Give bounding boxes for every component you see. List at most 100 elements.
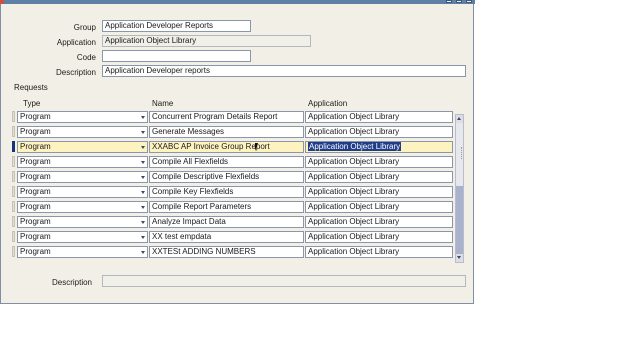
row-indicator[interactable] [12,186,15,197]
code-label: Code [76,53,96,62]
type-select[interactable]: Program [17,186,148,198]
request-application-value: Application Object Library [308,127,400,136]
request-name-field[interactable]: XX test empdata [149,231,304,243]
column-header-type: Type [23,99,41,108]
request-name-value: Compile Descriptive Flexfields [152,172,260,181]
request-name-field[interactable]: Compile Key Flexfields [149,186,304,198]
dropdown-arrow-icon[interactable] [141,206,145,209]
request-application-field[interactable]: Application Object Library [305,246,453,258]
request-application-value: Application Object Library [308,202,400,211]
type-select[interactable]: Program [17,126,148,138]
request-application-value: Application Object Library [308,247,400,256]
request-application-value: Application Object Library [308,172,400,181]
request-name-value: XX test empdata [152,232,212,241]
dropdown-arrow-icon[interactable] [141,116,145,119]
request-name-field[interactable]: Compile Descriptive Flexfields [149,171,304,183]
row-drag-handle[interactable] [461,147,464,159]
type-value: Program [20,157,51,166]
dropdown-arrow-icon[interactable] [141,131,145,134]
request-name-value: Concurrent Program Details Report [152,112,278,121]
request-name-field[interactable]: Generate Messages [149,126,304,138]
column-header-name: Name [152,99,174,108]
dropdown-arrow-icon[interactable] [141,191,145,194]
dropdown-arrow-icon[interactable] [141,221,145,224]
type-select[interactable]: Program [17,201,148,213]
type-select[interactable]: Program [17,231,148,243]
maximize-button[interactable] [456,0,462,3]
row-indicator[interactable] [12,156,15,167]
request-application-field[interactable]: Application Object Library [305,216,453,228]
row-indicator[interactable] [12,246,15,257]
request-name-field[interactable]: Concurrent Program Details Report [149,111,304,123]
type-value: Program [20,142,51,151]
request-name-value: Compile Report Parameters [152,202,252,211]
type-value: Program [20,217,51,226]
type-value: Program [20,247,51,256]
request-application-value: Application Object Library [308,187,400,196]
type-value: Program [20,202,51,211]
request-application-field[interactable]: Application Object Library [305,231,453,243]
dropdown-arrow-icon[interactable] [141,236,145,239]
request-name-field[interactable]: Compile All Flexfields [149,156,304,168]
request-application-value: Application Object Library [308,142,402,151]
requests-scrollbar[interactable] [455,114,464,263]
row-indicator[interactable] [12,126,15,137]
request-application-field[interactable]: Application Object Library [305,156,453,168]
requests-section-label: Requests [14,83,48,92]
request-application-field[interactable]: Application Object Library [305,126,453,138]
type-value: Program [20,127,51,136]
scroll-thumb[interactable] [456,186,463,254]
scroll-down-icon[interactable] [456,254,463,262]
request-groups-window: Group Application Developer Reports Appl… [0,4,474,304]
row-indicator[interactable] [12,111,15,122]
request-name-value: Compile All Flexfields [152,157,229,166]
type-value: Program [20,187,51,196]
request-application-value: Application Object Library [308,112,400,121]
group-field[interactable]: Application Developer Reports [102,20,251,32]
request-name-value: Analyze Impact Data [152,217,226,226]
row-indicator[interactable] [12,201,15,212]
row-indicator[interactable] [12,141,15,152]
application-label: Application [56,38,96,47]
request-name-value: XXABC AP Invoice Group Report [152,142,270,151]
request-application-field[interactable]: Application Object Library [305,141,453,153]
row-indicator[interactable] [12,216,15,227]
request-application-value: Application Object Library [308,157,400,166]
footer-description-label: Description [51,278,92,287]
group-label: Group [73,23,96,32]
type-value: Program [20,232,51,241]
close-button[interactable] [466,0,472,3]
type-select[interactable]: Program [17,141,148,153]
type-select[interactable]: Program [17,246,148,258]
type-select[interactable]: Program [17,216,148,228]
type-select[interactable]: Program [17,111,148,123]
row-indicator[interactable] [12,171,15,182]
type-select[interactable]: Program [17,156,148,168]
dropdown-arrow-icon[interactable] [141,146,145,149]
dropdown-arrow-icon[interactable] [141,176,145,179]
description-label: Description [55,68,96,77]
request-application-field[interactable]: Application Object Library [305,186,453,198]
row-indicator[interactable] [12,231,15,242]
request-application-field[interactable]: Application Object Library [305,111,453,123]
type-select[interactable]: Program [17,171,148,183]
code-field[interactable] [102,50,251,62]
type-value: Program [20,112,51,121]
request-name-field[interactable]: Compile Report Parameters [149,201,304,213]
application-field[interactable]: Application Object Library [102,35,311,47]
request-application-value: Application Object Library [308,217,400,226]
footer-description-field[interactable] [102,275,466,287]
description-field[interactable]: Application Developer reports [102,65,466,77]
request-name-field[interactable]: XXABC AP Invoice Group Report [149,141,304,153]
dropdown-arrow-icon[interactable] [141,161,145,164]
request-name-field[interactable]: Analyze Impact Data [149,216,304,228]
request-application-field[interactable]: Application Object Library [305,201,453,213]
dropdown-arrow-icon[interactable] [141,251,145,254]
request-application-field[interactable]: Application Object Library [305,171,453,183]
column-header-application: Application [308,99,348,108]
request-name-field[interactable]: XXTESt ADDING NUMBERS [149,246,304,258]
scroll-up-icon[interactable] [456,115,463,123]
request-name-value: Generate Messages [152,127,225,136]
type-value: Program [20,172,51,181]
minimize-button[interactable] [446,0,452,3]
